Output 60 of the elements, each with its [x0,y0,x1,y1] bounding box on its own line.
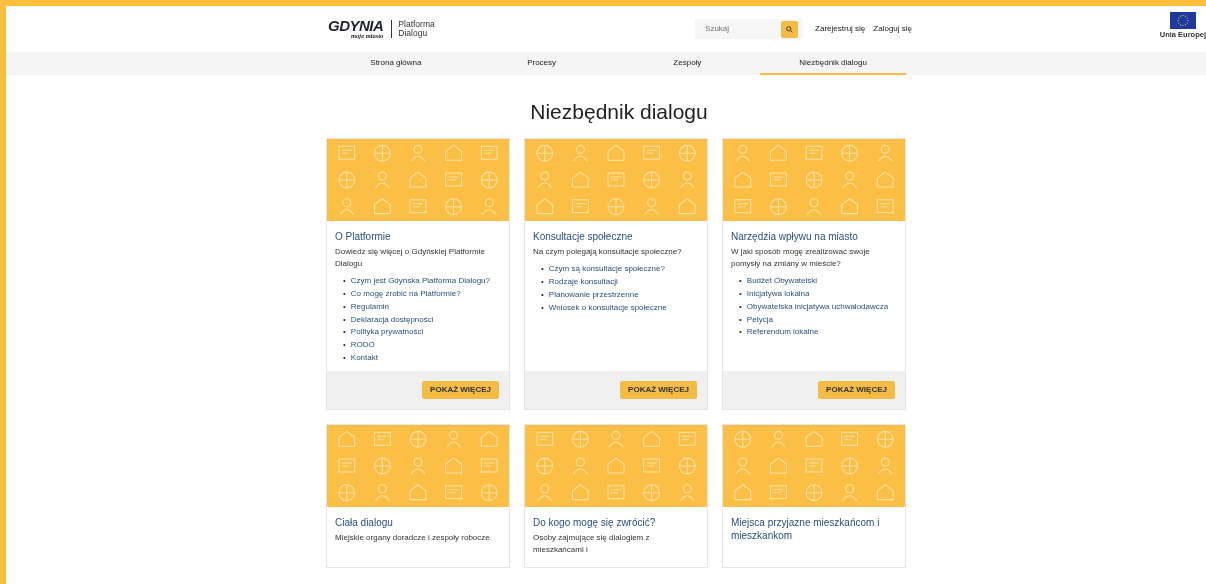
logo-wordmark: GDYNIA [328,18,384,34]
card-title: Do kogo mogę się zwrócić? [533,516,657,530]
eu-flag-icon [1169,12,1196,29]
show-more-button[interactable]: POKAŻ WIĘCEJ [422,381,499,400]
card-title: Miejsca przyjazne mieszkańcom i mieszkankom [731,516,881,543]
card-link[interactable]: Regulamin [350,300,390,314]
nav-tab[interactable]: Strona główna [323,52,469,75]
bullet: • [739,300,742,313]
page-title: Niezbędnik dialogu [529,99,709,125]
card-link[interactable]: Kontakt [350,351,378,365]
bullet: • [739,288,742,300]
search-button[interactable] [781,20,799,38]
card-link[interactable]: RODO [350,339,375,352]
card-description: Osoby zajmujące się dialogiem z mieszkańcami i [533,532,651,557]
card-title: Narzędzia wpływu na miasto [731,230,859,244]
bullet: • [343,275,346,288]
card-link[interactable]: Inicjatywa lokalna [746,288,810,301]
card-link[interactable]: Polityka prywatności [350,326,424,340]
card-link[interactable]: Petycja [746,313,774,327]
card-link[interactable]: Rodzaje konsultacji [548,276,618,289]
nav-tab[interactable]: Zespoły [614,52,761,75]
card-description: W jaki sposób mogę zrealizować swoje pomysły na zmiany w mieście? [731,246,871,271]
card-link[interactable]: Planowanie przestrzenne [548,288,639,302]
card-link[interactable]: Budżet Obywatelski [746,275,818,288]
card-link[interactable]: Co mogę zrobić na Platformie? [350,288,461,301]
card-link[interactable]: Deklaracja dostępności [350,313,434,327]
show-more-button[interactable]: POKAŻ WIĘCEJ [620,381,697,400]
bullet: • [541,301,544,314]
card-link[interactable]: Czym jest Gdyńska Platforma Dialogu? [350,275,490,288]
bullet: • [343,339,346,352]
bullet: • [739,275,742,288]
bullet: • [739,313,742,326]
bullet: • [541,263,544,276]
bullet: • [343,351,346,364]
show-more-button[interactable]: POKAŻ WIĘCEJ [818,381,895,400]
card-link[interactable]: Referendum lokalne [746,326,819,340]
card-title: O Platformie [335,230,392,244]
bullet: • [343,326,346,339]
header-link[interactable]: Zarejestruj się [815,23,866,35]
card-link[interactable]: Obywatelska inicjatywa uchwałodawcza [746,300,889,314]
card-title: Ciała dialogu [335,516,394,530]
search-icon [786,25,794,33]
card-description: Miejskie organy doradcze i zespoły robocze [335,532,491,545]
search-field[interactable]: Szukaj [695,23,782,35]
search-bar[interactable]: Szukaj [695,19,804,39]
bullet: • [343,313,346,326]
bullet: • [541,276,544,288]
card-description: Dowiedz się więcej o Gdyńskiej Platformie Dialogu [335,246,486,271]
card-description: Na czym polegają konsultacje społeczne? [533,246,683,259]
bullet: • [343,300,346,313]
header-link[interactable]: Zaloguj się [873,23,912,35]
site-name: Platforma Dialogu [391,19,435,39]
card-link[interactable]: Wniosek o konsultacje społeczne [548,301,667,315]
bullet: • [343,288,346,300]
bullet: • [541,288,544,301]
nav-tab[interactable]: Niezbędnik dialogu [760,52,906,75]
bullet: • [739,326,742,339]
nav-tab[interactable]: Procesy [468,52,615,75]
card-link[interactable]: Czym są konsultacje społeczne? [548,263,665,276]
card-title: Konsultacje społeczne [533,230,634,244]
